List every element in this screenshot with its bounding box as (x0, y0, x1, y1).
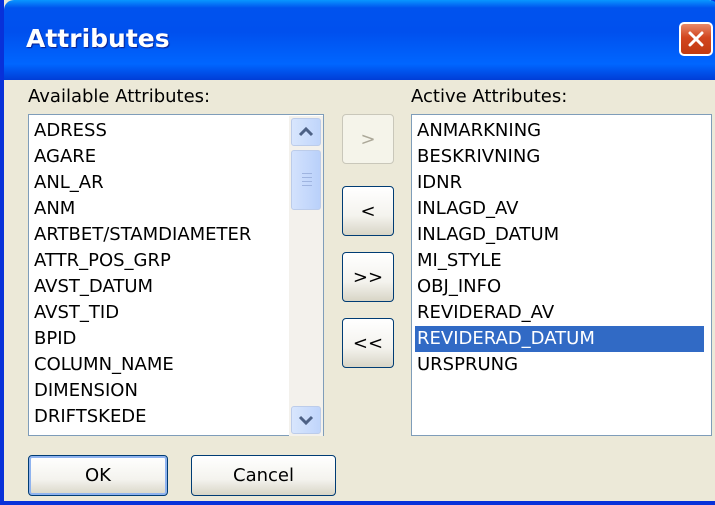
list-item[interactable]: INLAGD_DATUM (417, 222, 559, 248)
available-attributes-list[interactable]: ADRESS AGARE ANL_AR ANM ARTBET/STAMDIAMETER A… (28, 114, 324, 436)
add-button[interactable]: > (342, 114, 394, 164)
dialog-body: Available Attributes: ADRESS AGARE ANL_AR A… (8, 80, 715, 501)
scroll-thumb[interactable] (291, 150, 321, 210)
list-item[interactable]: OBJ_INFO (417, 274, 501, 300)
list-item[interactable]: ARTBET/STAMDIAMETER (34, 222, 251, 248)
list-item[interactable]: URSPRUNG (417, 352, 518, 378)
list-item[interactable]: MI_STYLE (417, 248, 502, 274)
list-item[interactable]: ANL_AR (34, 170, 104, 196)
chevron-up-icon (298, 126, 314, 137)
list-item[interactable]: ANM (34, 196, 75, 222)
active-attributes-list[interactable]: ANMARKNING BESKRIVNING IDNR INLAGD_AV INLAGD… (411, 114, 712, 436)
list-item[interactable]: AGARE (34, 144, 96, 170)
cancel-button[interactable]: Cancel (191, 455, 336, 496)
scroll-down-button[interactable] (291, 406, 321, 434)
list-item[interactable]: AVST_DATUM (34, 274, 153, 300)
list-item[interactable]: BESKRIVNING (417, 144, 540, 170)
close-icon (688, 31, 704, 47)
list-item[interactable]: INLAGD_AV (417, 196, 519, 222)
list-item[interactable]: ATTR_POS_GRP (34, 248, 171, 274)
active-attributes-label: Active Attributes: (411, 86, 568, 107)
list-item[interactable]: ANMARKNING (417, 118, 541, 144)
attributes-dialog: Attributes Available Attributes: ADRESS A… (0, 0, 715, 505)
add-all-button[interactable]: >> (342, 252, 394, 302)
list-item[interactable]: IDNR (417, 170, 462, 196)
title-bar[interactable]: Attributes (4, 0, 715, 80)
remove-all-button[interactable]: << (342, 318, 394, 368)
scroll-up-button[interactable] (291, 118, 321, 146)
list-item[interactable]: ADRESS (34, 118, 107, 144)
list-item[interactable]: REVIDERAD_DATUM (415, 326, 704, 352)
chevron-down-icon (298, 415, 314, 426)
list-item[interactable]: BPID (34, 326, 76, 352)
window-title: Attributes (26, 24, 170, 53)
close-button[interactable] (679, 22, 713, 56)
list-item[interactable]: COLUMN_NAME (34, 352, 174, 378)
list-item[interactable]: REVIDERAD_AV (417, 300, 554, 326)
ok-button[interactable]: OK (28, 455, 168, 496)
list-item[interactable]: AVST_TID (34, 300, 119, 326)
available-attributes-label: Available Attributes: (28, 86, 211, 107)
list-item[interactable]: DIMENSION (34, 378, 138, 404)
list-item[interactable]: DRIFTSKEDE (34, 404, 147, 430)
available-list-scrollbar[interactable] (289, 116, 323, 436)
remove-button[interactable]: < (342, 186, 394, 236)
